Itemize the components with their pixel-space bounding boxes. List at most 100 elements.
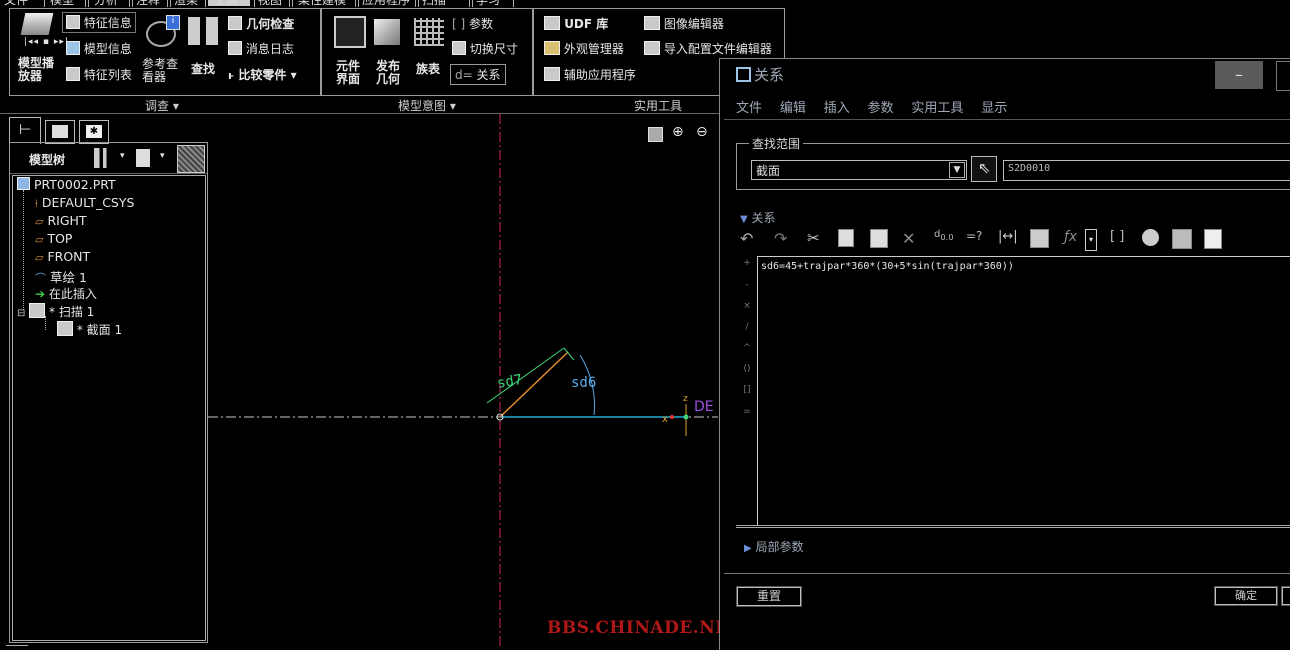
top-menu-item[interactable]: 应用程序	[362, 0, 410, 7]
feature-info-button[interactable]: 特征信息	[62, 12, 136, 33]
dimension-display-icon[interactable]: |↔|	[998, 229, 1018, 249]
find-icon[interactable]	[188, 17, 218, 45]
dialog-titlebar[interactable]: 关系 –	[720, 59, 1290, 91]
check-icon[interactable]	[1204, 229, 1222, 249]
graphics-canvas[interactable]: sd7 sd6 DE z x	[208, 114, 728, 649]
minimize-button[interactable]: –	[1215, 61, 1263, 89]
sort-icon[interactable]	[1172, 229, 1192, 249]
family-table-icon[interactable]	[414, 18, 444, 46]
select-pointer-button[interactable]: ⇖	[971, 156, 997, 182]
menu-parameters[interactable]: 参数	[868, 97, 894, 116]
undo-icon[interactable]: ↶	[740, 229, 760, 249]
tree-settings-icon[interactable]	[94, 148, 112, 168]
component-interface-icon[interactable]	[334, 16, 366, 48]
menu-insert[interactable]: 插入	[824, 97, 850, 116]
dimension-sd6[interactable]: sd6	[571, 375, 596, 391]
top-menu-item[interactable]: 工具	[214, 0, 238, 7]
model-intent-group-label[interactable]: 模型意图 ▾	[398, 97, 456, 114]
tree-item-right[interactable]: ▱ RIGHT	[35, 213, 87, 228]
component-interface-label[interactable]: 元件界面	[336, 60, 364, 86]
find-label[interactable]: 查找	[191, 60, 215, 77]
reference-viewer-label[interactable]: 参考查看器	[142, 58, 182, 84]
tree-item-prt[interactable]: PRT0002.PRT	[17, 177, 116, 192]
tree-display-icon[interactable]	[177, 145, 205, 173]
tree-item-insert-here[interactable]: ➔ 在此插入	[35, 285, 97, 302]
operator-minus[interactable]: -	[736, 280, 758, 290]
compare-parts-button[interactable]: ⱶ 比较零件 ▾	[228, 66, 297, 83]
redo-icon[interactable]: ↷	[774, 229, 794, 249]
family-table-label[interactable]: 族表	[416, 60, 440, 77]
import-config-editor-button[interactable]: 导入配置文件编辑器	[644, 40, 772, 57]
insert-param-icon[interactable]: d0.0	[934, 229, 954, 249]
tree-item-sweep[interactable]: ⊟ * 扫描 1	[17, 303, 94, 320]
message-log-button[interactable]: 消息日志	[228, 40, 294, 57]
delete-icon[interactable]: ✕	[902, 229, 922, 249]
top-menu-item[interactable]: 学习	[476, 0, 500, 7]
top-menu-item[interactable]: 柔性建模	[298, 0, 346, 7]
tree-item-front[interactable]: ▱ FRONT	[35, 249, 90, 264]
tab-model-tree[interactable]: ⊢	[9, 117, 41, 144]
feature-list-button[interactable]: 特征列表	[66, 66, 132, 83]
model-player-icon[interactable]	[20, 13, 54, 35]
tree-item-sketch[interactable]: ⌒ 草绘 1	[35, 267, 87, 286]
local-params-header[interactable]: ▶ 局部参数	[744, 538, 804, 555]
scope-value-field[interactable]: S2D0010	[1003, 160, 1290, 181]
model-info-button[interactable]: 模型信息	[66, 40, 132, 57]
tree-item-top[interactable]: ▱ TOP	[35, 231, 72, 246]
operator-multiply[interactable]: ×	[736, 301, 758, 311]
parameters-button[interactable]: [ ] 参数	[452, 15, 493, 32]
player-controls-icon[interactable]: |◂◂ ▪ ▸▸|	[24, 37, 69, 47]
scope-select[interactable]: 截面 ▼	[751, 160, 967, 180]
menu-file[interactable]: 文件	[736, 97, 762, 116]
function-dropdown-icon[interactable]: ▾	[1085, 229, 1097, 251]
table-icon[interactable]	[1030, 229, 1049, 248]
relations-button[interactable]: d= 关系	[450, 64, 506, 85]
top-menu-item[interactable]: 文件	[4, 0, 28, 7]
operator-divide[interactable]: /	[736, 322, 758, 332]
function-icon[interactable]: ƒx	[1064, 229, 1084, 249]
tree-filter-icon[interactable]	[136, 149, 150, 167]
verify-icon[interactable]: =?	[966, 229, 986, 249]
auxiliary-apps-button[interactable]: 辅助应用程序	[544, 66, 636, 83]
menu-edit[interactable]: 编辑	[780, 97, 806, 116]
model-player-label[interactable]: 模型播放器	[18, 57, 62, 83]
top-menu-item[interactable]: 扫描	[422, 0, 446, 7]
copy-icon[interactable]	[838, 229, 854, 247]
operator-plus[interactable]: +	[736, 258, 758, 268]
operator-equals[interactable]: =	[736, 407, 758, 417]
tab-folder-browser[interactable]	[45, 120, 75, 144]
menu-display[interactable]: 显示	[981, 97, 1007, 116]
operator-brackets[interactable]: []	[736, 385, 758, 395]
tree-settings-dropdown-icon[interactable]: ▾	[120, 151, 125, 161]
ok-button[interactable]: 确定	[1214, 586, 1278, 606]
tree-item-csys[interactable]: ⟊ DEFAULT_CSYS	[35, 195, 134, 211]
tree-filter-dropdown-icon[interactable]: ▾	[160, 151, 165, 161]
maximize-button[interactable]	[1276, 61, 1290, 91]
reset-button[interactable]: 重置	[736, 586, 802, 607]
dimension-sd7[interactable]: sd7	[496, 372, 524, 392]
appearance-manager-button[interactable]: 外观管理器	[544, 40, 624, 57]
tree-item-section[interactable]: * 截面 1	[57, 321, 122, 338]
cancel-button[interactable]	[1281, 586, 1290, 606]
operator-parens[interactable]: ()	[736, 364, 758, 374]
paste-icon[interactable]	[870, 229, 888, 248]
investigate-group-label[interactable]: 调查 ▾	[145, 97, 179, 114]
top-menu-item[interactable]: 分析	[94, 0, 118, 7]
chevron-down-icon[interactable]: ▼	[949, 162, 965, 178]
parameters-brackets-icon[interactable]: [ ]	[1110, 229, 1130, 249]
switch-dimensions-button[interactable]: 切换尺寸	[452, 40, 518, 57]
top-menu-item[interactable]: 渲染	[174, 0, 198, 7]
publish-geometry-icon[interactable]	[374, 19, 400, 45]
top-menu-item[interactable]: 模型	[50, 0, 74, 7]
publish-geometry-label[interactable]: 发布几何	[376, 60, 404, 86]
relations-editor[interactable]: sd6=45+trajpar*360*(30+5*sin(trajpar*360…	[757, 256, 1290, 525]
evaluate-icon[interactable]	[1142, 229, 1159, 246]
menu-utilities[interactable]: 实用工具	[911, 97, 963, 116]
top-menu-item[interactable]: 注释	[136, 0, 160, 7]
geometry-check-button[interactable]: 几何检查	[228, 15, 294, 32]
cut-icon[interactable]: ✂	[807, 229, 827, 249]
udf-library-button[interactable]: UDF 库	[544, 15, 608, 32]
tab-favorites[interactable]: ✱	[79, 120, 109, 144]
top-menu-item[interactable]: 视图	[258, 0, 282, 7]
image-editor-button[interactable]: 图像编辑器	[644, 15, 724, 32]
